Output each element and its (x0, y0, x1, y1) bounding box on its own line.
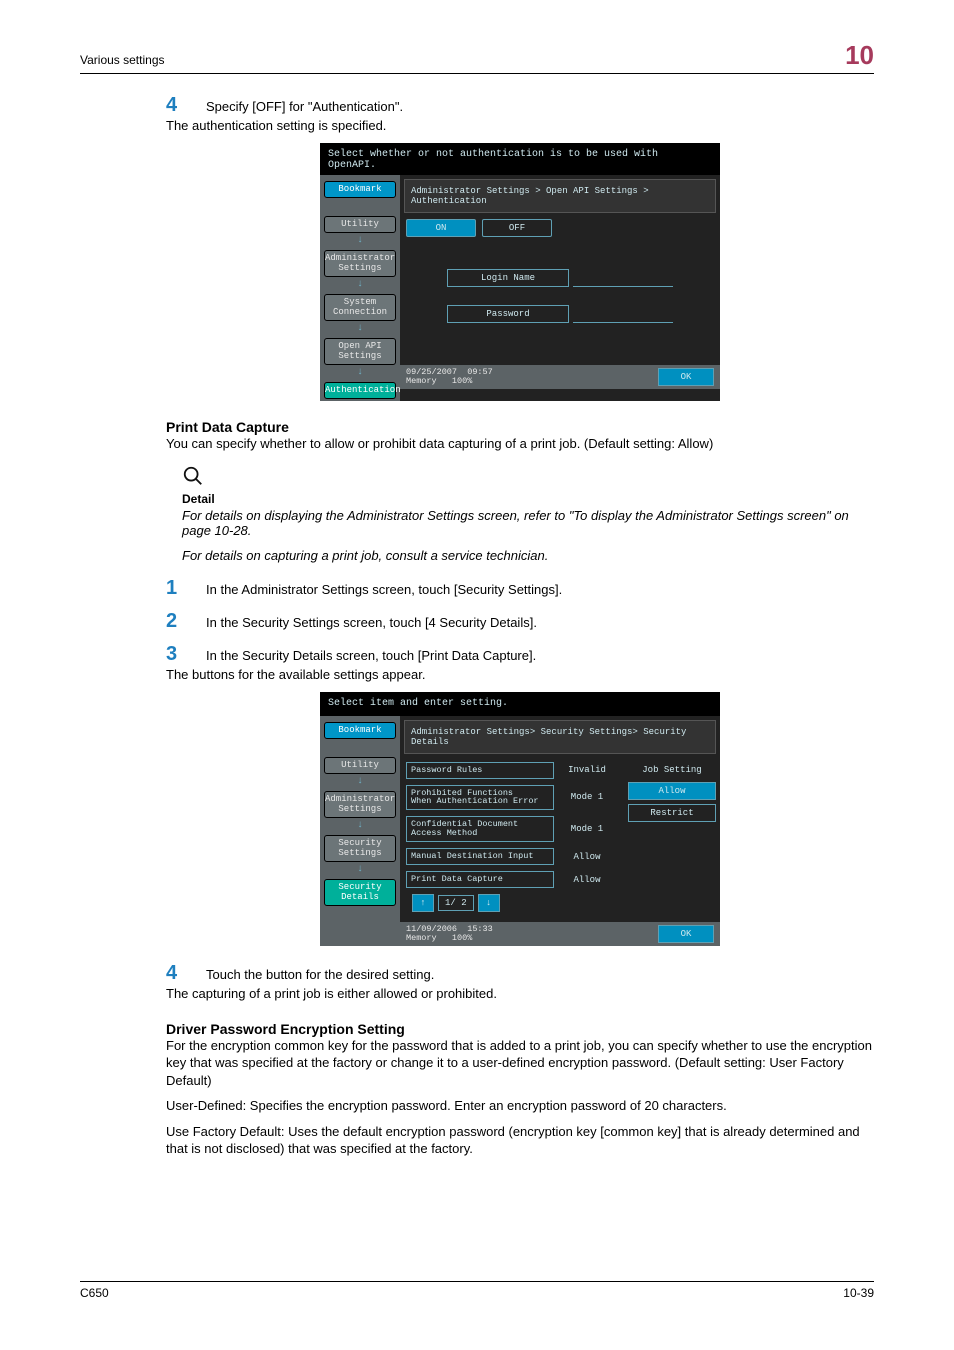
login-name-button[interactable]: Login Name (447, 269, 569, 287)
step-3-pdc-sub: The buttons for the available settings a… (166, 666, 874, 684)
ok-button[interactable]: OK (658, 925, 714, 943)
sidebar-admin-settings[interactable]: Administrator Settings (324, 250, 396, 277)
step-3-pdc: 3 In the Security Details screen, touch … (166, 643, 874, 666)
step-number: 4 (166, 962, 206, 985)
header-section: Various settings (80, 53, 845, 67)
setting-confidential-doc-value: Mode 1 (560, 824, 614, 834)
detail-text-1: For details on displaying the Administra… (182, 508, 874, 538)
footer-page: 10-39 (843, 1286, 874, 1300)
detail-block: Detail For details on displaying the Adm… (182, 465, 874, 563)
step-text: In the Security Details screen, touch [P… (206, 648, 874, 663)
sidebar-security-settings[interactable]: Security Settings (324, 835, 396, 862)
step-4-pdc: 4 Touch the button for the desired setti… (166, 962, 874, 985)
screenshot-authentication: Select whether or not authentication is … (320, 143, 720, 402)
scr1-breadcrumb: Administrator Settings > Open API Settin… (404, 179, 716, 213)
step-text: In the Administrator Settings screen, to… (206, 582, 874, 597)
driver-p2: User-Defined: Specifies the encryption p… (166, 1097, 874, 1115)
tab-off[interactable]: OFF (482, 219, 552, 237)
sidebar-system-connection[interactable]: System Connection (324, 294, 396, 321)
chevron-down-icon: ↓ (357, 864, 363, 875)
scr2-sidebar: Bookmark Utility ↓ Administrator Setting… (320, 716, 400, 946)
pager-down-button[interactable]: ↓ (478, 894, 500, 912)
step-text: Touch the button for the desired setting… (206, 967, 874, 982)
page-footer: C650 10-39 (0, 1281, 954, 1300)
bookmark-button[interactable]: Bookmark (324, 181, 396, 198)
pdc-intro: You can specify whether to allow or proh… (166, 435, 874, 453)
scr1-status: 09/25/2007 09:57 Memory 100% (406, 368, 658, 386)
scr2-breadcrumb: Administrator Settings> Security Setting… (404, 720, 716, 754)
step-4-auth: 4 Specify [OFF] for "Authentication". (166, 94, 874, 117)
sidebar-utility[interactable]: Utility (324, 757, 396, 774)
sidebar-admin-settings[interactable]: Administrator Settings (324, 791, 396, 818)
ok-button[interactable]: OK (658, 368, 714, 386)
chevron-down-icon: ↓ (357, 323, 363, 334)
password-value (573, 305, 673, 323)
login-name-value (573, 269, 673, 287)
screenshot-security-details: Select item and enter setting. Bookmark … (320, 692, 720, 946)
detail-label: Detail (182, 492, 874, 506)
restrict-button[interactable]: Restrict (628, 804, 716, 822)
pager: ↑ 1/ 2 ↓ (406, 894, 622, 912)
pager-page: 1/ 2 (438, 895, 474, 911)
step-text: Specify [OFF] for "Authentication". (206, 99, 874, 114)
chevron-down-icon: ↓ (357, 367, 363, 378)
step-4-auth-sub: The authentication setting is specified. (166, 117, 874, 135)
bookmark-button[interactable]: Bookmark (324, 722, 396, 739)
step-number: 3 (166, 643, 206, 666)
step-number: 2 (166, 610, 206, 633)
sidebar-security-details[interactable]: Security Details (324, 879, 396, 906)
setting-manual-destination[interactable]: Manual Destination Input (406, 848, 554, 865)
sidebar-openapi-settings[interactable]: Open API Settings (324, 338, 396, 365)
setting-prohibited-functions[interactable]: Prohibited Functions When Authentication… (406, 785, 554, 811)
allow-button[interactable]: Allow (628, 782, 716, 800)
step-number: 4 (166, 94, 206, 117)
page-header: Various settings 10 (80, 40, 874, 74)
scr1-sidebar: Bookmark Utility ↓ Administrator Setting… (320, 175, 400, 402)
scr1-topline: Select whether or not authentication is … (320, 143, 720, 175)
step-number: 1 (166, 577, 206, 600)
job-setting-label: Job Setting (628, 762, 716, 778)
sidebar-authentication[interactable]: Authentication (324, 382, 396, 399)
step-4-pdc-sub: The capturing of a print job is either a… (166, 985, 874, 1003)
tab-on[interactable]: ON (406, 219, 476, 237)
scr2-status: 11/09/2006 15:33 Memory 100% (406, 925, 658, 943)
setting-password-rules[interactable]: Password Rules (406, 762, 554, 779)
setting-prohibited-functions-value: Mode 1 (560, 792, 614, 802)
sidebar-utility[interactable]: Utility (324, 216, 396, 233)
chevron-down-icon: ↓ (357, 279, 363, 290)
setting-print-data-capture[interactable]: Print Data Capture (406, 871, 554, 888)
setting-password-rules-value: Invalid (560, 765, 614, 775)
scr2-topline: Select item and enter setting. (320, 692, 720, 716)
chevron-down-icon: ↓ (357, 235, 363, 246)
heading-print-data-capture: Print Data Capture (166, 419, 874, 435)
setting-confidential-doc[interactable]: Confidential Document Access Method (406, 816, 554, 842)
chevron-down-icon: ↓ (357, 776, 363, 787)
pager-up-button[interactable]: ↑ (412, 894, 434, 912)
footer-model: C650 (80, 1286, 843, 1300)
heading-driver-password: Driver Password Encryption Setting (166, 1021, 874, 1037)
driver-p3: Use Factory Default: Uses the default en… (166, 1123, 874, 1158)
setting-print-data-capture-value: Allow (560, 875, 614, 885)
chevron-down-icon: ↓ (357, 820, 363, 831)
header-chapter: 10 (845, 40, 874, 71)
driver-p1: For the encryption common key for the pa… (166, 1037, 874, 1090)
setting-manual-destination-value: Allow (560, 852, 614, 862)
step-1-pdc: 1 In the Administrator Settings screen, … (166, 577, 874, 600)
password-button[interactable]: Password (447, 305, 569, 323)
detail-text-2: For details on capturing a print job, co… (182, 548, 874, 563)
step-2-pdc: 2 In the Security Settings screen, touch… (166, 610, 874, 633)
magnifier-icon (182, 465, 204, 487)
step-text: In the Security Settings screen, touch [… (206, 615, 874, 630)
